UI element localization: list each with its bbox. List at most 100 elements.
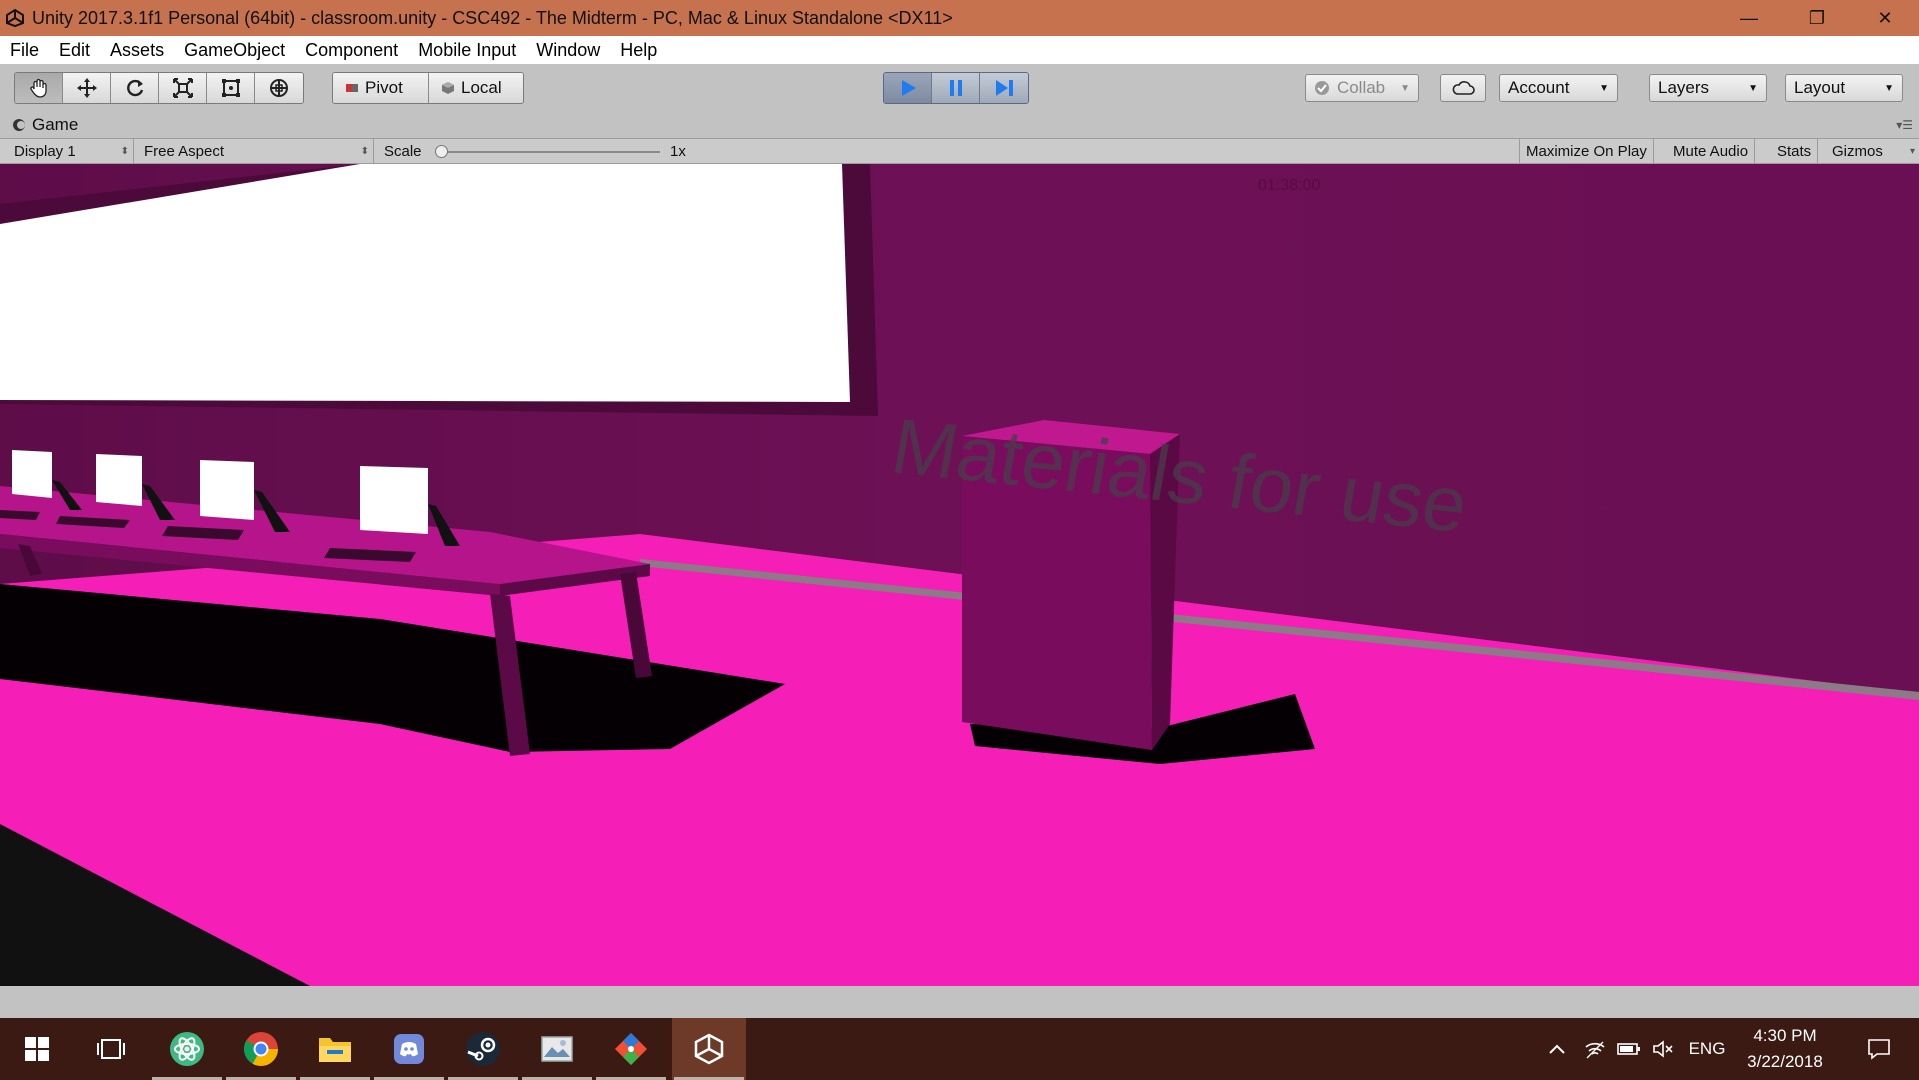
local-button[interactable]: Local (429, 73, 523, 103)
unity-icon (0, 0, 30, 36)
photos-icon (541, 1036, 573, 1062)
menu-component[interactable]: Component (295, 40, 408, 61)
task-view-button[interactable] (74, 1018, 148, 1080)
discord-icon (394, 1034, 424, 1064)
scale-label: Scale (384, 142, 422, 160)
discord-app[interactable] (372, 1018, 446, 1080)
mute-audio-toggle[interactable]: Mute Audio (1667, 139, 1756, 163)
local-label: Local (461, 78, 502, 97)
play-icon (901, 80, 916, 96)
task-view-icon (97, 1039, 125, 1059)
layout-dropdown[interactable]: Layout ▼ (1785, 74, 1903, 102)
collab-label: Collab (1336, 78, 1386, 97)
aspect-dropdown[interactable]: Free Aspect ⬍ (138, 139, 374, 163)
monitor (200, 460, 254, 520)
play-button[interactable] (884, 73, 932, 103)
battery-icon[interactable] (1612, 1018, 1646, 1080)
monitor (360, 466, 428, 534)
layers-label: Layers (1658, 78, 1710, 97)
menu-assets[interactable]: Assets (100, 40, 174, 61)
scale-tool-icon[interactable] (159, 73, 207, 103)
tab-menu-icon[interactable]: ▾☰ (1896, 118, 1913, 132)
gizmos-label: Gizmos (1832, 142, 1883, 160)
status-bar (0, 986, 1919, 1018)
steam-app[interactable] (446, 1018, 520, 1080)
account-dropdown[interactable]: Account ▼ (1499, 74, 1618, 102)
gizmos-dropdown[interactable]: Gizmos ▾ (1826, 139, 1919, 163)
atom-icon (170, 1032, 204, 1066)
step-button[interactable] (980, 73, 1028, 103)
steam-icon (466, 1032, 500, 1066)
transform-tools (14, 72, 304, 104)
menu-edit[interactable]: Edit (49, 40, 100, 61)
cube-icon (442, 82, 454, 94)
windows-taskbar: ENG 4:30 PM 3/22/2018 (0, 1018, 1919, 1080)
collab-button[interactable]: Collab ▼ (1305, 74, 1419, 102)
rect-tool-icon[interactable] (207, 73, 255, 103)
display-dropdown[interactable]: Display 1 ⬍ (8, 139, 134, 163)
stats-toggle[interactable]: Stats (1771, 139, 1819, 163)
caret-down-icon: ▼ (1748, 82, 1758, 94)
atom-app[interactable] (150, 1018, 224, 1080)
tab-game[interactable]: Game (12, 115, 78, 135)
check-icon (1315, 81, 1329, 95)
chrome-app[interactable] (224, 1018, 298, 1080)
tray-overflow-chevron-icon[interactable] (1540, 1018, 1574, 1080)
window-title: Unity 2017.3.1f1 Personal (64bit) - clas… (32, 7, 953, 28)
clock-date: 3/22/2018 (1747, 1052, 1823, 1071)
unity-app[interactable] (672, 1018, 746, 1080)
git-app[interactable] (594, 1018, 668, 1080)
cloud-button[interactable] (1440, 74, 1486, 102)
counter-text: 01:38:00 (1258, 177, 1320, 194)
spinner-icon: ⬍ (120, 145, 129, 157)
start-button[interactable] (0, 1018, 74, 1080)
photos-app[interactable] (520, 1018, 594, 1080)
clock[interactable]: 4:30 PM 3/22/2018 (1730, 1018, 1840, 1080)
menu-window[interactable]: Window (526, 40, 610, 61)
language-indicator[interactable]: ENG (1684, 1018, 1730, 1080)
layers-dropdown[interactable]: Layers ▼ (1649, 74, 1767, 102)
pause-button[interactable] (932, 73, 980, 103)
game-viewport[interactable]: Materials for use 01:38:00 (0, 164, 1919, 986)
network-icon[interactable] (1578, 1018, 1612, 1080)
menu-bar: File Edit Assets GameObject Component Mo… (0, 36, 1919, 64)
rotate-tool-icon[interactable] (111, 73, 159, 103)
layout-label: Layout (1794, 78, 1846, 97)
monitor (96, 454, 142, 506)
monitor (12, 450, 52, 498)
cloud-icon (1452, 81, 1475, 95)
move-tool-icon[interactable] (63, 73, 111, 103)
pause-icon (949, 80, 962, 96)
restore-button[interactable]: ❐ (1783, 0, 1851, 36)
clock-time: 4:30 PM (1753, 1026, 1817, 1045)
notification-center-icon[interactable] (1850, 1018, 1908, 1080)
pivot-button[interactable]: Pivot (333, 73, 429, 103)
menu-file[interactable]: File (0, 40, 49, 61)
game-view-icon (13, 119, 25, 131)
game-tab-label: Game (32, 115, 79, 134)
menu-mobile-input[interactable]: Mobile Input (408, 40, 526, 61)
menu-gameobject[interactable]: GameObject (174, 40, 295, 61)
playback-controls (883, 72, 1029, 104)
scale-slider-track[interactable] (440, 151, 660, 153)
hand-tool-icon[interactable] (15, 73, 63, 103)
account-label: Account (1508, 78, 1570, 97)
game-view-toolbar: Display 1 ⬍ Free Aspect ⬍ Scale 1x Maxim… (0, 138, 1919, 164)
aspect-label: Free Aspect (144, 142, 225, 160)
title-bar: Unity 2017.3.1f1 Personal (64bit) - clas… (0, 0, 1919, 36)
scale-value: 1x (670, 142, 686, 160)
transform-tool-icon[interactable] (255, 73, 303, 103)
file-explorer-app[interactable] (298, 1018, 372, 1080)
scale-slider-thumb[interactable] (435, 145, 448, 158)
windows-start-icon (25, 1037, 49, 1061)
game-tab-bar: Game ▾☰ (0, 114, 1919, 136)
close-button[interactable]: ✕ (1851, 0, 1919, 36)
menu-help[interactable]: Help (610, 40, 667, 61)
caret-down-icon: ▼ (1599, 82, 1609, 94)
minimize-button[interactable]: — (1715, 0, 1783, 36)
maximize-on-play-toggle[interactable]: Maximize On Play (1519, 139, 1654, 163)
step-icon (996, 80, 1013, 96)
chrome-icon (244, 1032, 278, 1066)
volume-muted-icon[interactable] (1646, 1018, 1680, 1080)
caret-down-icon: ▼ (1400, 82, 1410, 94)
